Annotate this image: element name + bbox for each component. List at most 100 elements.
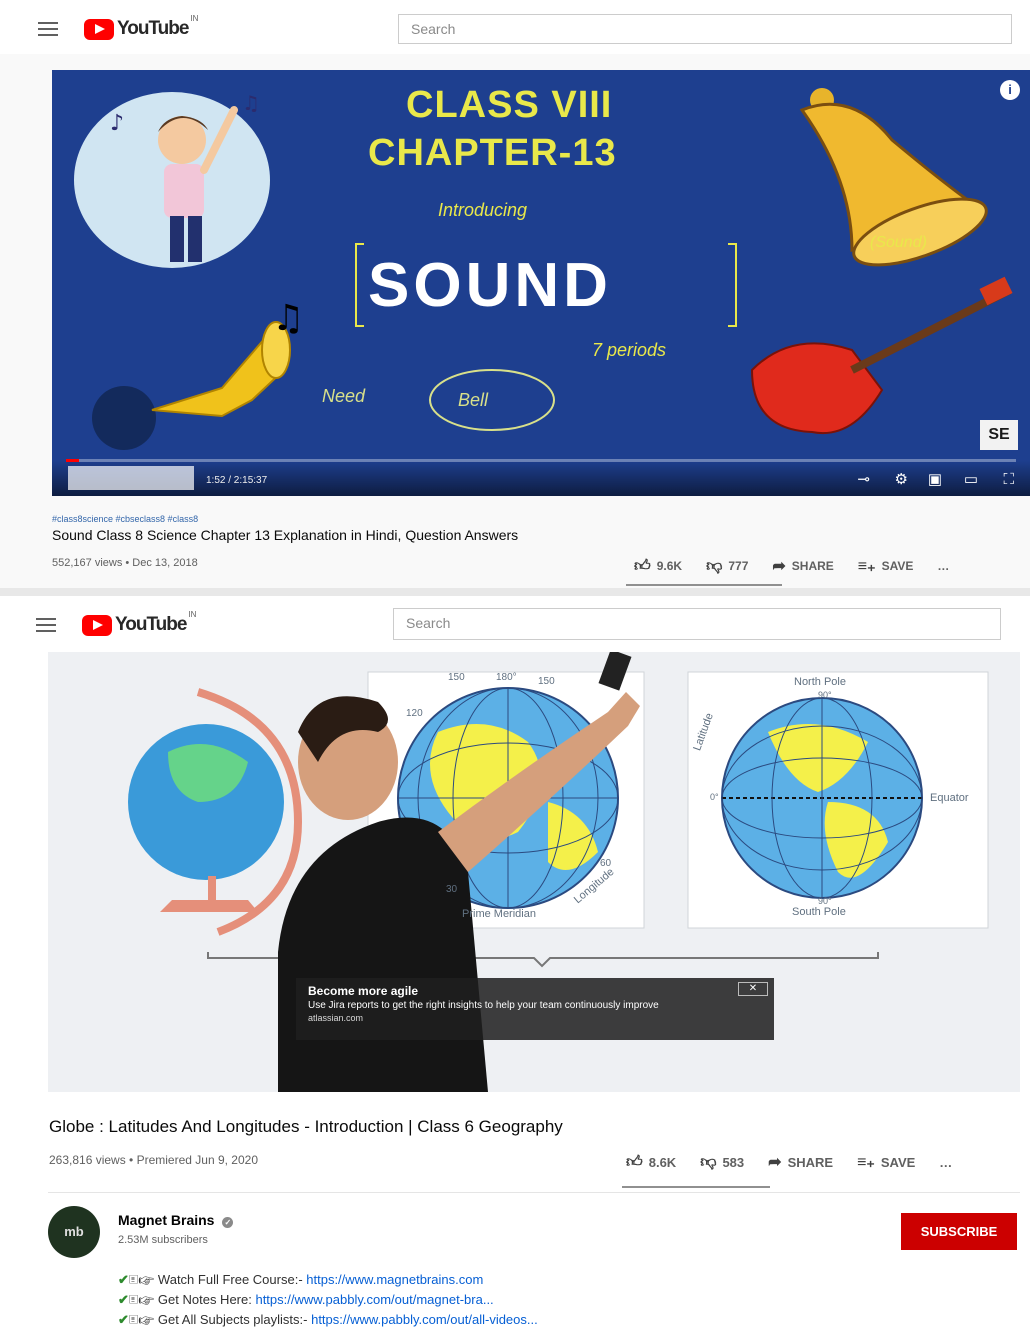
youtube-logo[interactable]: YouTube IN [82,610,196,636]
like-button[interactable]: 👍︎ 8.6K [626,1153,676,1172]
verified-badge-icon: ✓ [222,1217,234,1228]
save-label: SAVE [881,559,914,573]
check-icon: ✔ [118,1292,129,1307]
youtube-wordmark: YouTube [117,18,189,39]
description-line: ✔🗉☞ Get All Subjects playlists:- https:/… [118,1311,538,1333]
fullscreen-icon[interactable]: ⛶ [1003,471,1014,488]
board-line-chapter: CHAPTER-13 [368,132,617,174]
like-count: 9.6K [656,559,683,573]
subscribe-button[interactable]: SUBSCRIBE [901,1213,1017,1250]
box-icon: 🗉 [128,1292,139,1307]
board-line-class: CLASS VIII [406,84,613,126]
ad-close-icon[interactable]: ✕ [738,982,768,996]
ad-source: atlassian.com [308,1013,364,1023]
thumbs-up-icon: 👍︎ [626,1153,643,1171]
degree-label: 150 [538,676,555,687]
description-link[interactable]: https://www.magnetbrains.com [306,1272,483,1287]
box-icon: 🗉 [128,1312,139,1327]
save-label: SAVE [880,1154,916,1170]
description-label: Get All Subjects playlists:- [157,1312,312,1327]
latitude-globe-diagram [721,697,923,899]
settings-gear-icon[interactable]: ⚙ [895,470,908,488]
thumbs-up-icon: 👍︎ [634,557,651,575]
overlay-ad[interactable]: Become more agile Use Jira reports to ge… [296,978,774,1040]
screenshot-top-panel: YouTube IN Search ♪ ♫ ♫ CLASS VIII CHAPT… [0,0,1030,590]
channel-watermark[interactable]: SE [980,420,1018,450]
board-handwriting-sound: (Sound) [870,234,927,251]
share-button[interactable]: ➦ SHARE [768,1152,833,1172]
degree-label: 90° [818,690,832,700]
masthead: YouTube IN Search [0,596,1030,652]
playlist-add-icon: ≡₊ [857,558,876,575]
guitar-illustration [750,276,1013,435]
search-input[interactable]: Search [398,14,1012,44]
dislike-count: 583 [722,1154,745,1170]
thumbs-down-icon: 👎︎ [706,557,723,575]
autoplay-toggle-icon[interactable]: ⊸ [857,470,870,488]
channel-name-row[interactable]: Magnet Brains ✓ [118,1212,234,1228]
progress-bar[interactable] [66,459,1016,462]
video-player[interactable]: 150 180° 150 120 30 60 Prime Meridian Lo… [48,652,1020,1092]
degree-label: 0° [710,792,719,802]
ad-body: Use Jira reports to get the right insigh… [308,1000,659,1011]
description-label: Get Notes Here: [157,1292,256,1307]
video-view-count-date: 552,167 views • Dec 13, 2018 [52,557,198,569]
check-icon: ✔ [118,1312,129,1327]
like-count: 8.6K [648,1154,677,1170]
trumpet-illustration: ♫ [92,298,304,450]
youtube-play-icon [82,614,112,636]
share-label: SHARE [791,559,834,573]
video-player[interactable]: ♪ ♫ ♫ CLASS VIII CHAPTER-13 Introducing … [52,70,1030,496]
desk-globe-illustration [128,688,303,936]
menu-icon[interactable] [36,618,56,634]
hand-icon: ☞ [138,1272,155,1287]
degree-label: 120 [406,708,423,719]
channel-name: Magnet Brains [118,1212,215,1228]
section-divider [48,1192,1020,1193]
thumbs-down-icon: 👎︎ [700,1153,717,1171]
menu-icon[interactable] [38,22,58,38]
share-button[interactable]: ➦ SHARE [772,556,833,576]
video-title: Globe : Latitudes And Longitudes - Intro… [49,1117,563,1136]
time-display: 1:52 / 2:15:37 [206,475,268,486]
dislike-button[interactable]: 👎︎ 777 [706,557,748,576]
prime-meridian-label: Prime Meridian [462,908,536,920]
ad-title: Become more agile [308,984,419,998]
video-hashtags[interactable]: #class8science #cbseclass8 #class8 [52,514,198,524]
save-button[interactable]: ≡₊ SAVE [857,1152,915,1172]
theater-mode-icon[interactable]: ▭ [964,470,978,488]
more-actions-button[interactable]: … [939,1155,952,1170]
singer-illustration: ♪ ♫ [74,91,270,268]
north-pole-label: North Pole [794,676,846,688]
youtube-play-icon [84,18,114,40]
country-code: IN [190,14,199,23]
video-view-count-date: 263,816 views • Premiered Jun 9, 2020 [49,1153,258,1167]
youtube-logo[interactable]: YouTube IN [84,14,198,40]
description-line: ✔🗉☞ Get Notes Here: https://www.pabbly.c… [118,1291,494,1313]
dislike-count: 777 [728,559,749,573]
dislike-button[interactable]: 👎︎ 583 [700,1153,744,1172]
info-icon[interactable]: i [1000,80,1020,100]
miniplayer-icon[interactable]: ▣ [928,470,942,488]
board-handwriting-bell: Bell [458,390,489,410]
subscriber-count: 2.53M subscribers [118,1234,208,1246]
like-button[interactable]: 👍︎ 9.6K [634,557,682,576]
board-handwriting-periods: 7 periods [592,340,667,360]
save-button[interactable]: ≡₊ SAVE [858,556,914,576]
playlist-add-icon: ≡₊ [857,1154,875,1171]
youtube-wordmark: YouTube [115,614,187,635]
screenshot-divider [0,588,1030,596]
description-link[interactable]: https://www.pabbly.com/out/all-videos... [311,1312,538,1327]
player-controls: 1:52 / 2:15:37 ⊸ ⚙ ▣ ▭ ⛶ [52,460,1030,496]
share-label: SHARE [787,1154,834,1170]
degree-label: 150 [448,672,465,683]
description-link[interactable]: https://www.pabbly.com/out/magnet-bra... [255,1292,493,1307]
video-title: Sound Class 8 Science Chapter 13 Explana… [52,527,519,543]
more-actions-button[interactable]: … [937,559,949,573]
end-screen-thumbnail[interactable] [68,466,194,490]
search-input[interactable]: Search [393,608,1001,640]
video-actions: 👍︎ 8.6K 👎︎ 583 ➦ SHARE ≡₊ SAVE … [626,1152,952,1172]
channel-avatar[interactable]: mb [48,1206,100,1258]
board-handwriting-introducing: Introducing [438,200,528,220]
hand-icon: ☞ [138,1312,155,1327]
